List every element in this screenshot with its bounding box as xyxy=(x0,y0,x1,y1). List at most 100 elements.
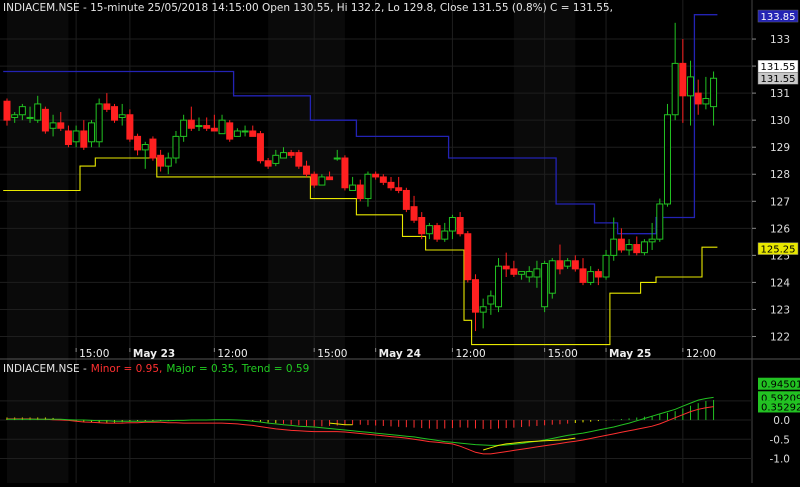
candle-body xyxy=(471,279,479,313)
indicator-value-label: 0.352921 xyxy=(761,402,800,413)
candle-body xyxy=(441,230,449,240)
candle-body xyxy=(541,262,549,308)
candle-body xyxy=(579,268,587,283)
price-chart-title: INDIACEM.NSE - 15-minute 25/05/2018 14:1… xyxy=(3,2,613,14)
candle-body xyxy=(72,130,80,143)
candle-body xyxy=(233,130,241,137)
candle-body xyxy=(702,98,710,105)
candle-body xyxy=(610,238,618,256)
candle-body xyxy=(710,77,718,108)
candle-body xyxy=(594,271,602,278)
candle-body xyxy=(533,268,541,278)
upper-band-tag-label: 133.85 xyxy=(761,12,796,23)
chart-canvas[interactable]: 122123124125126127128129130131132133133.… xyxy=(0,0,800,483)
y-tick-label: 133 xyxy=(770,34,790,46)
candle-body xyxy=(648,238,656,243)
candle-body xyxy=(279,152,287,159)
candle-body xyxy=(410,206,418,221)
candle-body xyxy=(256,133,264,162)
y-tick-label: 128 xyxy=(770,169,790,181)
marker-price-tag-label: 131.55 xyxy=(761,74,796,85)
x-tick-label: 12:00 xyxy=(686,348,716,360)
candle-body xyxy=(687,76,695,97)
series-minor xyxy=(7,406,714,455)
candle-body xyxy=(333,157,341,160)
candle-body xyxy=(487,295,495,305)
candle-body xyxy=(87,122,95,143)
candle-body xyxy=(295,152,303,167)
x-tick-label: May 24 xyxy=(379,348,421,360)
indicator-title: INDIACEM.NSE - Minor = 0.95, Major = 0.35,… xyxy=(3,363,313,375)
y-tick-label: 129 xyxy=(770,142,790,154)
candle-body xyxy=(172,135,180,159)
candle-body xyxy=(134,135,142,151)
candle-body xyxy=(456,217,464,235)
candle-body xyxy=(387,181,395,189)
last-price-tag-label: 131.55 xyxy=(761,62,796,73)
candle-body xyxy=(103,103,111,110)
candle-body xyxy=(495,265,503,308)
y-tick-label: 126 xyxy=(770,223,790,235)
candle-body xyxy=(164,157,172,167)
candle-body xyxy=(402,189,410,210)
y-tick-label: 130 xyxy=(770,115,790,127)
candle-body xyxy=(49,122,57,129)
x-tick-label: May 23 xyxy=(133,348,175,360)
x-tick-label: 12:00 xyxy=(455,348,485,360)
y-tick-label: 123 xyxy=(770,304,790,316)
candle-body xyxy=(395,187,403,191)
candle-body xyxy=(141,143,149,151)
x-tick-label: May 25 xyxy=(609,348,651,360)
candle-body xyxy=(203,125,211,129)
candle-body xyxy=(448,217,456,232)
candle-body xyxy=(11,114,19,118)
indicator-value-label: 0.945015 xyxy=(761,380,800,391)
session-shade-0 xyxy=(7,0,69,483)
candle-body xyxy=(556,260,564,270)
indicator-major-label: Major = 0.35, xyxy=(166,363,238,375)
candle-body xyxy=(564,260,572,267)
candle-body xyxy=(548,260,556,294)
candle-body xyxy=(303,165,311,175)
ind-y-tick-label: 0.0 xyxy=(773,415,790,427)
candle-body xyxy=(433,225,441,240)
candle-body xyxy=(602,254,610,278)
candle-body xyxy=(126,114,134,140)
candle-body xyxy=(26,116,34,119)
candle-body xyxy=(418,217,426,235)
indicator-trend-label: Trend = 0.59 xyxy=(241,363,310,375)
candle-body xyxy=(364,173,372,200)
x-tick-label: 12:00 xyxy=(217,348,247,360)
candle-body xyxy=(640,241,648,254)
candle-body xyxy=(479,306,487,313)
candle-body xyxy=(149,138,157,159)
candle-body xyxy=(64,130,72,145)
lower-band-tag-label: 125.25 xyxy=(761,245,796,256)
candle-body xyxy=(34,103,42,121)
chart-window: 122123124125126127128129130131132133133.… xyxy=(0,0,800,483)
candle-body xyxy=(3,100,11,121)
candle-body xyxy=(663,114,671,205)
candle-body xyxy=(111,106,119,121)
candle-body xyxy=(518,271,526,275)
candle-body xyxy=(356,184,364,200)
candle-body xyxy=(249,130,257,137)
candle-body xyxy=(341,157,349,189)
x-tick-label: 15:00 xyxy=(79,348,109,360)
candle-body xyxy=(464,233,472,281)
candle-body xyxy=(571,260,579,270)
candle-body xyxy=(157,154,165,167)
candle-body xyxy=(379,176,387,183)
candle-body xyxy=(95,103,103,143)
candle-body xyxy=(372,173,380,178)
x-tick-label: 15:00 xyxy=(548,348,578,360)
indicator-prefix: INDIACEM.NSE - xyxy=(3,363,87,375)
candle-body xyxy=(18,106,26,116)
candle-body xyxy=(656,203,664,240)
candle-body xyxy=(57,122,65,129)
candle-body xyxy=(525,271,533,278)
candle-body xyxy=(287,152,295,156)
candle-body xyxy=(425,225,433,235)
candle-body xyxy=(187,119,195,129)
y-tick-label: 131 xyxy=(770,88,790,100)
